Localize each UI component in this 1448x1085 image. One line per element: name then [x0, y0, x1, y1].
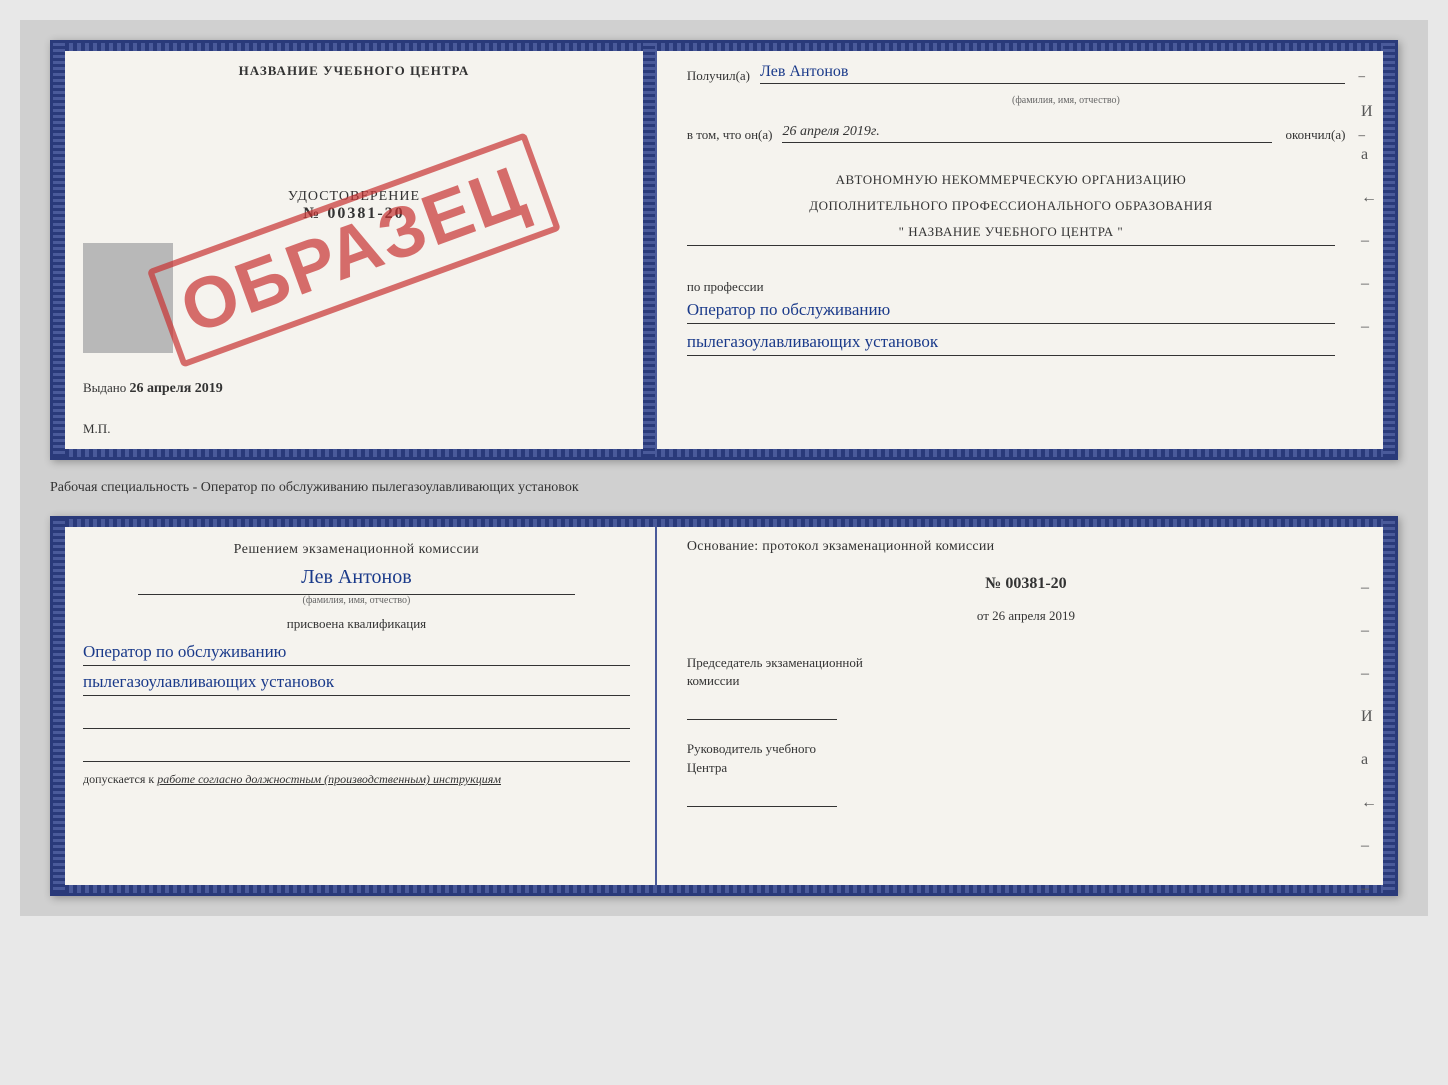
- page-container: НАЗВАНИЕ УЧЕБНОГО ЦЕНТРА ОБРАЗЕЦ УДОСТОВ…: [20, 20, 1428, 916]
- v-dash-4: –: [1361, 232, 1377, 250]
- chairman-sig-line: [687, 695, 837, 720]
- v-dash-left: ←: [1361, 189, 1377, 207]
- completed-label: окончил(а): [1285, 127, 1345, 143]
- org-block: АВТОНОМНУЮ НЕКОММЕРЧЕСКУЮ ОРГАНИЗАЦИЮ ДО…: [687, 165, 1365, 251]
- top-doc-title: НАЗВАНИЕ УЧЕБНОГО ЦЕНТРА: [239, 63, 470, 79]
- assigned-label: присвоена квалификация: [83, 616, 630, 632]
- received-name: Лев Антонов: [760, 63, 848, 82]
- chairman-label1: Председатель экзаменационной: [687, 655, 863, 670]
- completed-date: 26 апреля 2019г.: [782, 124, 879, 139]
- top-doc-right: Получил(а) Лев Антонов – (фамилия, имя, …: [657, 43, 1395, 457]
- chairman-block: Председатель экзаменационной комиссии: [687, 654, 1365, 720]
- right-dashes-top: И а ← – – –: [1361, 103, 1377, 336]
- b-v-dash-И: И: [1361, 708, 1377, 726]
- received-hint: (фамилия, имя, отчество): [767, 95, 1365, 106]
- basis-label: Основание: протокол экзаменационной коми…: [687, 539, 1365, 555]
- допускается-block: допускается к работе согласно должностны…: [83, 772, 630, 787]
- received-row: Получил(а) Лев Антонов –: [687, 63, 1365, 84]
- signatures-block: Председатель экзаменационной комиссии Ру…: [687, 644, 1365, 807]
- in-that-row: в том, что он(а) 26 апреля 2019г. окончи…: [687, 123, 1365, 143]
- issued-line: Выдано 26 апреля 2019: [83, 380, 640, 397]
- v-dash-И: И: [1361, 103, 1377, 121]
- qualification-line2: пылегазоулавливающих установок: [83, 672, 630, 696]
- bottom-doc-left: Решением экзаменационной комиссии Лев Ан…: [53, 519, 657, 893]
- head-label2: Центра: [687, 760, 727, 775]
- b-v-dash-left: ←: [1361, 794, 1377, 812]
- profession-line1: Оператор по обслуживанию: [687, 300, 1335, 324]
- blank-line2: [83, 737, 630, 762]
- dash1: –: [1358, 68, 1365, 84]
- issued-date: 26 апреля 2019: [130, 381, 223, 396]
- head-label: Руководитель учебного Центра: [687, 740, 1365, 776]
- protocol-date: от 26 апреля 2019: [687, 608, 1365, 624]
- person-name: Лев Антонов: [83, 566, 630, 589]
- protocol-date-value: 26 апреля 2019: [992, 608, 1075, 623]
- protocol-date-prefix: от: [977, 608, 989, 623]
- org-line2: ДОПОЛНИТЕЛЬНОГО ПРОФЕССИОНАЛЬНОГО ОБРАЗО…: [687, 196, 1335, 217]
- chairman-label: Председатель экзаменационной комиссии: [687, 654, 1365, 690]
- b-v-dash-1: –: [1361, 579, 1377, 597]
- b-v-dash-5: –: [1361, 880, 1377, 898]
- допускается-value: работе согласно должностным (производств…: [157, 772, 501, 786]
- top-doc-left: НАЗВАНИЕ УЧЕБНОГО ЦЕНТРА ОБРАЗЕЦ УДОСТОВ…: [53, 43, 657, 457]
- b-v-dash-3: –: [1361, 665, 1377, 683]
- head-block: Руководитель учебного Центра: [687, 740, 1365, 806]
- protocol-number: № 00381-20: [687, 575, 1365, 593]
- mp-label: М.П.: [83, 421, 110, 437]
- profession-line2: пылегазоулавливающих установок: [687, 332, 1335, 356]
- b-v-dash-2: –: [1361, 622, 1377, 640]
- bottom-doc-right: Основание: протокол экзаменационной коми…: [657, 519, 1395, 893]
- v-dash-а: а: [1361, 146, 1377, 164]
- received-label: Получил(а): [687, 68, 750, 84]
- between-label: Рабочая специальность - Оператор по обсл…: [50, 475, 1398, 501]
- head-sig-line: [687, 782, 837, 807]
- v-dash-5: –: [1361, 275, 1377, 293]
- b-v-dash-а: а: [1361, 751, 1377, 769]
- issued-label: Выдано: [83, 380, 126, 395]
- profession-label: по профессии: [687, 279, 1335, 295]
- top-document: НАЗВАНИЕ УЧЕБНОГО ЦЕНТРА ОБРАЗЕЦ УДОСТОВ…: [50, 40, 1398, 460]
- head-label1: Руководитель учебного: [687, 741, 816, 756]
- decision-text: Решением экзаменационной комиссии: [83, 539, 630, 561]
- допускается-label: допускается к: [83, 772, 154, 786]
- org-line3: " НАЗВАНИЕ УЧЕБНОГО ЦЕНТРА ": [687, 222, 1335, 247]
- obrazets-stamp: ОБРАЗЕЦ: [147, 132, 561, 368]
- b-v-dash-4: –: [1361, 837, 1377, 855]
- chairman-label2: комиссии: [687, 673, 740, 688]
- bottom-document: Решением экзаменационной комиссии Лев Ан…: [50, 516, 1398, 896]
- blank-line1: [83, 704, 630, 729]
- right-dashes-bottom: – – – И а ← – –: [1361, 579, 1377, 898]
- qualification-line1: Оператор по обслуживанию: [83, 642, 630, 666]
- profession-block: по профессии Оператор по обслуживанию пы…: [687, 271, 1365, 356]
- name-hint: (фамилия, имя, отчество): [83, 595, 630, 606]
- v-dash-6: –: [1361, 318, 1377, 336]
- org-line1: АВТОНОМНУЮ НЕКОММЕРЧЕСКУЮ ОРГАНИЗАЦИЮ: [687, 170, 1335, 191]
- in-that-label: в том, что он(а): [687, 127, 773, 143]
